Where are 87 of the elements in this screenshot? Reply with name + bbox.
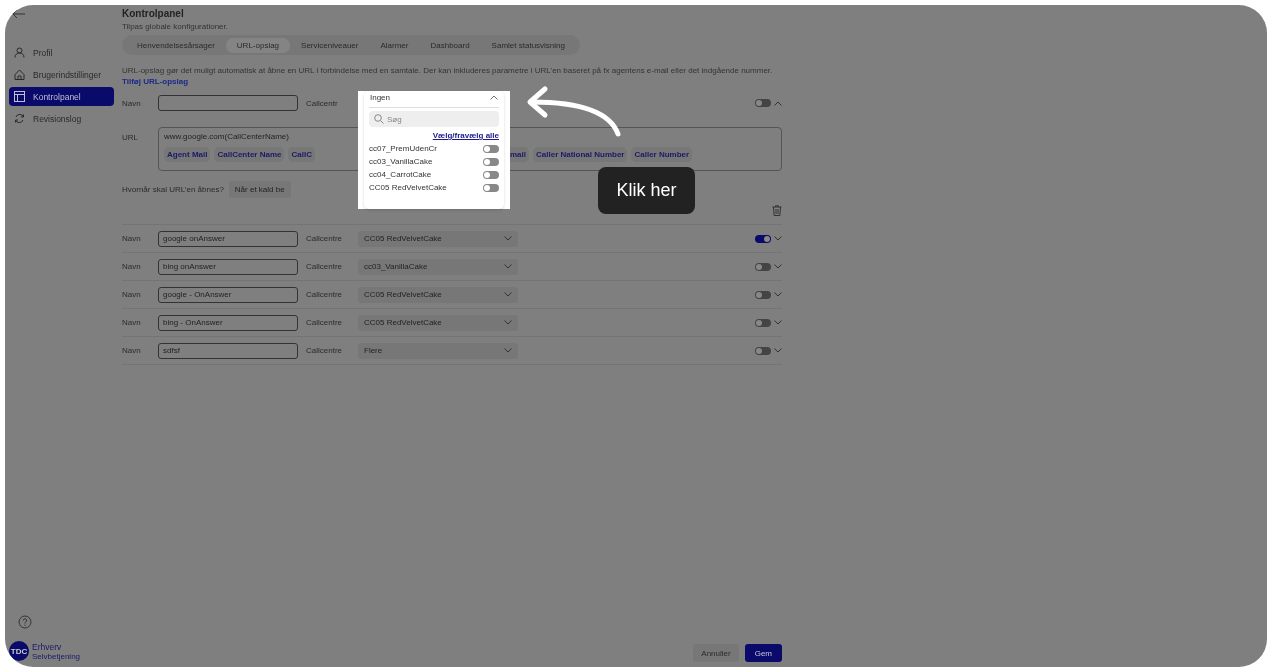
name-label: Navn bbox=[122, 234, 142, 243]
sync-icon bbox=[14, 113, 25, 124]
callcentre-label: Callcentre bbox=[306, 318, 343, 327]
parameter-chip[interactable]: Caller National Number bbox=[533, 147, 628, 162]
option-label: cc03_VanillaCake bbox=[369, 157, 433, 166]
toggle-switch[interactable] bbox=[483, 144, 499, 153]
name-input[interactable]: bing - OnAnswer bbox=[158, 314, 298, 331]
chevron-icon[interactable] bbox=[774, 292, 782, 297]
chevron-icon[interactable] bbox=[774, 264, 782, 269]
help-icon[interactable] bbox=[18, 615, 32, 629]
callcentre-select[interactable]: CC05 RedVelvetCake bbox=[358, 286, 518, 303]
name-input[interactable]: google onAnswer bbox=[158, 230, 298, 247]
callcentre-select[interactable]: Flere bbox=[358, 342, 518, 359]
chevron-icon bbox=[504, 320, 512, 325]
toggle-switch[interactable] bbox=[755, 262, 771, 271]
name-label: Navn bbox=[122, 318, 142, 327]
callcentre-label: Callcentre bbox=[306, 234, 343, 243]
tab[interactable]: Dashboard bbox=[419, 37, 481, 53]
tab[interactable]: Henvendelsesårsager bbox=[126, 37, 226, 53]
chevron-icon[interactable] bbox=[774, 100, 782, 106]
parameter-chip[interactable]: Caller Number bbox=[631, 147, 693, 162]
parameter-chip[interactable]: CallC bbox=[288, 147, 315, 162]
callcentre-label: Callcentre bbox=[306, 262, 343, 271]
option-label: CC05 RedVelvetCake bbox=[369, 183, 447, 192]
sidebar-item[interactable]: Brugerindstillinger bbox=[9, 65, 114, 84]
name-input[interactable] bbox=[158, 95, 298, 111]
save-button[interactable]: Gem bbox=[744, 644, 782, 662]
option-label: cc04_CarrotCake bbox=[369, 170, 432, 179]
dropdown-value[interactable]: Ingen bbox=[370, 93, 391, 102]
trash-icon[interactable] bbox=[772, 205, 782, 216]
sidebar-item[interactable]: Profil bbox=[9, 43, 114, 62]
chevron-icon bbox=[504, 348, 512, 353]
option-label: cc07_PremUdenCr bbox=[369, 144, 438, 153]
home-icon bbox=[14, 69, 25, 80]
chevron-icon[interactable] bbox=[774, 348, 782, 353]
cancel-button[interactable]: Annuller bbox=[693, 644, 739, 662]
callcentre-select[interactable]: CC05 RedVelvetCake bbox=[358, 230, 518, 247]
toggle-switch[interactable] bbox=[483, 170, 499, 179]
tab[interactable]: Alarmer bbox=[369, 37, 420, 53]
callcentre-select[interactable]: cc03_VanillaCake bbox=[358, 258, 518, 275]
url-value: www.google.com(CallCenterName) bbox=[164, 132, 289, 141]
chevron-icon bbox=[504, 292, 512, 297]
toggle-switch[interactable] bbox=[755, 234, 771, 243]
add-url-lookup-link[interactable]: Tilføj URL-opslag bbox=[122, 77, 189, 86]
chevron-icon bbox=[504, 236, 512, 241]
page-title: Kontrolpanel bbox=[122, 8, 185, 19]
callcentre-label: Callcentre bbox=[306, 290, 343, 299]
toggle-switch[interactable] bbox=[755, 99, 771, 107]
name-input[interactable]: bing onAnswer bbox=[158, 258, 298, 275]
name-label: Navn bbox=[122, 290, 142, 299]
callcentre-label: Callcentr bbox=[306, 98, 339, 108]
person-icon bbox=[14, 47, 25, 58]
chevron-icon bbox=[504, 264, 512, 269]
tab[interactable]: Serviceniveauer bbox=[290, 37, 370, 53]
toggle-switch[interactable] bbox=[755, 346, 771, 355]
parameter-chip[interactable]: Agent Mail bbox=[164, 147, 211, 162]
toggle-switch[interactable] bbox=[755, 318, 771, 327]
page-subtitle: Tilpas globale konfigurationer. bbox=[122, 22, 229, 31]
name-input[interactable]: sdfsf bbox=[158, 342, 298, 359]
toggle-switch[interactable] bbox=[755, 290, 771, 299]
search-icon bbox=[374, 114, 384, 124]
toggle-switch[interactable] bbox=[483, 157, 499, 166]
callcentre-label: Callcentre bbox=[306, 346, 343, 355]
tab[interactable]: Samlet statusvisning bbox=[480, 37, 576, 53]
name-label: Navn bbox=[122, 262, 142, 271]
name-label: Navn bbox=[122, 98, 142, 108]
select-all-link[interactable]: Vælg/fravælg alle bbox=[432, 131, 499, 140]
logo-subtitle: Selvbetjening bbox=[32, 651, 81, 661]
chevron-icon[interactable] bbox=[490, 95, 498, 100]
search-field[interactable]: Søg bbox=[369, 111, 499, 127]
name-label: Navn bbox=[122, 346, 142, 355]
open-trigger-select[interactable]: Når et kald be bbox=[228, 180, 291, 198]
toggle-switch[interactable] bbox=[483, 183, 499, 192]
open-question-label: Hvornår skal URL’en åbnes? bbox=[122, 184, 224, 194]
tooltip: Klik her bbox=[598, 167, 695, 214]
chevron-icon[interactable] bbox=[774, 236, 782, 241]
chevron-icon[interactable] bbox=[774, 320, 782, 325]
sidebar-item[interactable]: Revisionslog bbox=[9, 109, 114, 128]
tab[interactable]: URL-opslag bbox=[225, 37, 291, 53]
parameter-chip[interactable]: CallCenter Name bbox=[214, 147, 285, 162]
callcentre-select[interactable]: CC05 RedVelvetCake bbox=[358, 314, 518, 331]
logo-name: Erhverv bbox=[32, 641, 63, 652]
logo-mark: TDC bbox=[9, 641, 29, 661]
panel-icon bbox=[14, 91, 25, 102]
sidebar-item[interactable]: Kontrolpanel bbox=[9, 87, 114, 106]
name-input[interactable]: google - OnAnswer bbox=[158, 286, 298, 303]
url-label: URL bbox=[122, 133, 139, 142]
